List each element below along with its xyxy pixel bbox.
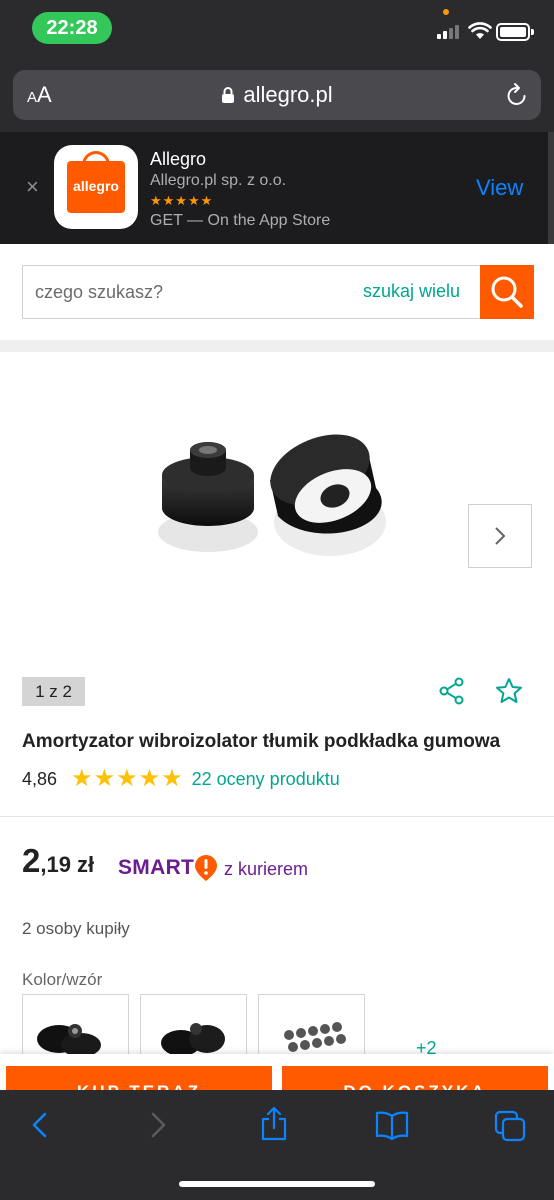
- divider: [0, 816, 554, 817]
- tabs-icon[interactable]: [494, 1110, 526, 1142]
- cellular-signal-icon: [437, 25, 459, 39]
- buyers-count: 2 osoby kupiły: [22, 919, 130, 938]
- scroll-indicator: [548, 132, 554, 244]
- url-display[interactable]: allegro.pl: [13, 82, 541, 108]
- battery-icon: [496, 23, 534, 41]
- banner-close-icon[interactable]: ×: [26, 174, 39, 200]
- search-multiple-link[interactable]: szukaj wielu: [363, 281, 460, 302]
- allegro-app-icon: allegro: [54, 145, 138, 229]
- shopping-bag-icon: allegro: [67, 161, 125, 213]
- wifi-icon: [468, 22, 492, 39]
- variant-label: Kolor/wzór: [22, 970, 103, 989]
- search-bar: szukaj wielu: [22, 265, 534, 319]
- smart-logo[interactable]: SMART: [118, 856, 194, 880]
- gallery-next-button[interactable]: [468, 504, 532, 568]
- smart-app-banner: × allegro Allegro Allegro.pl sp. z o.o. …: [0, 132, 554, 244]
- privacy-indicator-dot: [443, 9, 449, 15]
- home-indicator: [179, 1181, 375, 1187]
- favorite-star-icon[interactable]: [494, 676, 524, 706]
- product-price: 2,19 zł: [22, 842, 94, 880]
- search-icon: [491, 276, 523, 308]
- rating-value: 4,86: [22, 768, 58, 789]
- reload-icon[interactable]: [505, 82, 529, 108]
- app-store-get-text: GET — On the App Store: [150, 212, 331, 229]
- browser-top-chrome: 22:28 AA allegro.pl: [0, 0, 554, 132]
- smart-badge-icon: [195, 855, 217, 881]
- ratings-link[interactable]: 22 oceny produktu: [192, 769, 340, 790]
- rating-stars-icon: ★★★★★: [71, 765, 184, 792]
- status-time: 22:28: [32, 12, 112, 44]
- back-icon[interactable]: [28, 1110, 52, 1140]
- app-rating-stars: ★★★★★: [150, 193, 214, 208]
- product-title: Amortyzator wibroizolator tłumik podkład…: [22, 731, 501, 752]
- url-text: allegro.pl: [243, 82, 333, 107]
- bookmarks-icon[interactable]: [375, 1110, 409, 1140]
- product-image[interactable]: [150, 420, 390, 570]
- delivery-method: z kurierem: [224, 859, 309, 879]
- gallery-counter: 1 z 2: [22, 677, 85, 706]
- lock-icon: [222, 87, 235, 103]
- price-integer: 2: [22, 842, 41, 879]
- product-rating-row: 4,86 ★★★★★ 22 oceny produktu: [22, 767, 340, 791]
- search-button[interactable]: [480, 265, 534, 319]
- address-bar[interactable]: AA allegro.pl: [13, 70, 541, 120]
- section-divider: [0, 340, 554, 352]
- share-sheet-icon[interactable]: [259, 1106, 289, 1142]
- chevron-right-icon: [495, 527, 506, 545]
- price-fraction: ,19 zł: [40, 852, 95, 877]
- app-developer: Allegro.pl sp. z o.o.: [150, 172, 287, 189]
- forward-icon[interactable]: [146, 1110, 170, 1140]
- app-name: Allegro: [150, 149, 207, 169]
- view-app-button[interactable]: View: [476, 175, 523, 201]
- share-icon[interactable]: [438, 677, 466, 705]
